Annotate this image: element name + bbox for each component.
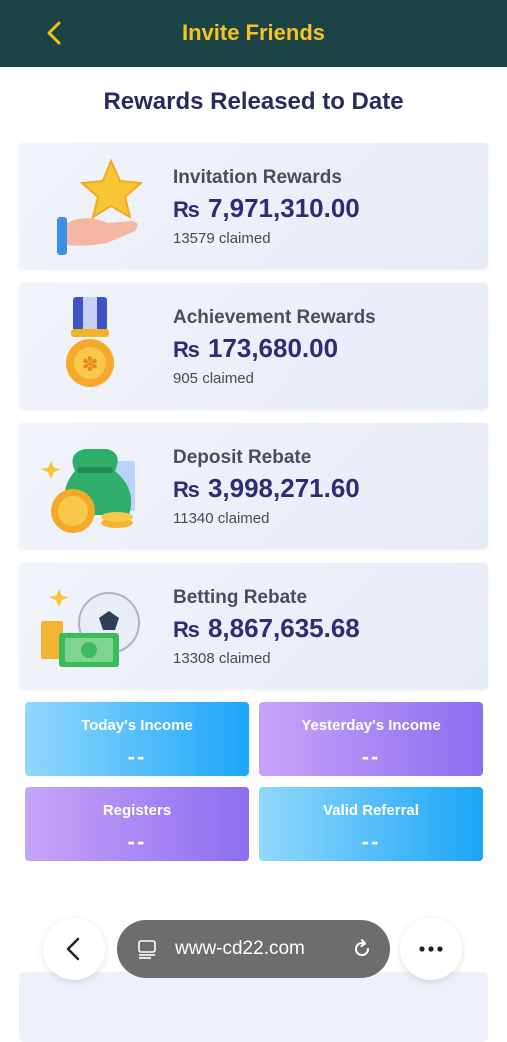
- card-amount: ₨ 8,867,635.68: [173, 613, 360, 644]
- reward-card-betting: Betting Rebate ₨ 8,867,635.68 13308 claim…: [19, 563, 488, 689]
- app-header: Invite Friends: [0, 0, 507, 67]
- more-dots-icon: [419, 946, 443, 952]
- card-name: Betting Rebate: [173, 587, 308, 608]
- url-text: www-cd22.com: [175, 938, 305, 959]
- svg-text:✽: ✽: [82, 352, 99, 376]
- stat-value: --: [127, 744, 147, 769]
- stat-valid-referral[interactable]: Valid Referral --: [259, 787, 483, 861]
- browser-more-button[interactable]: [400, 918, 462, 980]
- amount-value: 3,998,271.60: [207, 473, 360, 503]
- stat-value: --: [361, 829, 381, 854]
- currency-symbol: ₨: [173, 197, 200, 222]
- card-name: Invitation Rewards: [173, 167, 342, 188]
- stat-label: Valid Referral: [323, 802, 419, 819]
- stat-value: --: [127, 829, 147, 854]
- football-cash-icon: [41, 589, 140, 667]
- currency-symbol: ₨: [173, 477, 200, 502]
- currency-symbol: ₨: [173, 337, 200, 362]
- amount-value: 8,867,635.68: [207, 613, 360, 643]
- browser-back-button[interactable]: [43, 918, 105, 980]
- stat-label: Yesterday's Income: [301, 717, 441, 734]
- reward-card-invitation: Invitation Rewards ₨ 7,971,310.00 13579 c…: [19, 143, 488, 269]
- chevron-left-icon: [66, 937, 80, 961]
- reward-card-deposit: Deposit Rebate ₨ 3,998,271.60 11340 claim…: [19, 423, 488, 549]
- claimed-count: 13308 claimed: [173, 650, 271, 667]
- currency-symbol: ₨: [173, 617, 200, 642]
- stat-registers[interactable]: Registers --: [25, 787, 249, 861]
- amount-value: 173,680.00: [207, 333, 339, 363]
- card-amount: ₨ 7,971,310.00: [173, 193, 360, 224]
- section-heading: Rewards Released to Date: [103, 88, 404, 115]
- card-name: Achievement Rewards: [173, 307, 376, 328]
- money-bag-icon: [41, 449, 135, 533]
- claimed-count: 13579 claimed: [173, 230, 271, 247]
- card-amount: ₨ 3,998,271.60: [173, 473, 360, 504]
- reward-card-achievement: ✽ Achievement Rewards ₨ 173,680.00 905 cl…: [19, 283, 488, 409]
- page-menu-icon: [138, 940, 156, 959]
- next-section-card: [19, 972, 488, 1042]
- amount-value: 7,971,310.00: [207, 193, 360, 223]
- card-amount: ₨ 173,680.00: [173, 333, 338, 364]
- page-title: Invite Friends: [181, 20, 326, 45]
- address-bar[interactable]: www-cd22.com: [117, 920, 390, 978]
- hand-star-icon: [57, 158, 144, 255]
- card-name: Deposit Rebate: [173, 447, 312, 468]
- claimed-count: 905 claimed: [173, 370, 254, 387]
- medal-icon: ✽: [66, 297, 114, 387]
- stat-label: Registers: [102, 802, 172, 819]
- reload-icon[interactable]: [350, 937, 374, 961]
- claimed-count: 11340 claimed: [173, 510, 270, 527]
- stat-todays-income[interactable]: Today's Income --: [25, 702, 249, 776]
- stat-yesterdays-income[interactable]: Yesterday's Income --: [259, 702, 483, 776]
- stat-label: Today's Income: [81, 717, 193, 734]
- stat-value: --: [361, 744, 381, 769]
